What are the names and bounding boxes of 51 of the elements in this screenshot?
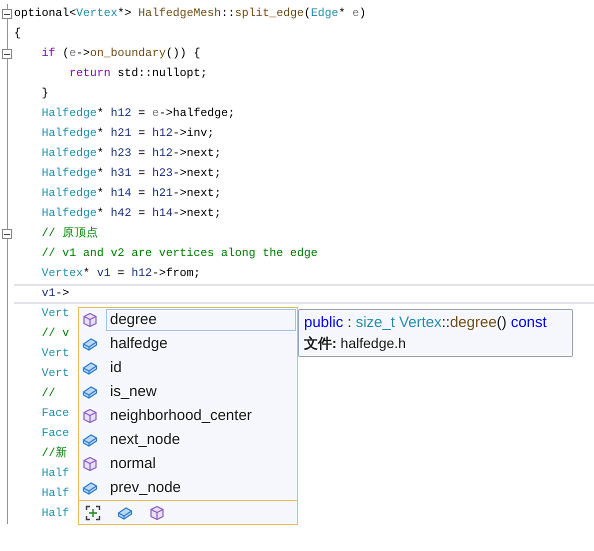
brick-icon	[82, 336, 98, 352]
code-line: Halfedge* h12 = e->halfedge;	[40, 106, 235, 122]
code-line: Vert	[40, 346, 70, 362]
code-line: //	[40, 386, 56, 402]
code-line: Halfedge* h31 = h23->next;	[40, 166, 222, 182]
brick-icon	[82, 384, 98, 400]
completion-item[interactable]: prev_node	[79, 476, 297, 500]
code-line: v1->	[40, 286, 70, 302]
code-line: Vert	[40, 366, 70, 382]
code-line: Halfedge* h21 = h12->inv;	[40, 126, 214, 142]
code-line: // 原顶点	[40, 226, 98, 242]
brick-icon	[82, 432, 98, 448]
completion-item[interactable]: id	[79, 356, 297, 380]
completion-item[interactable]: halfedge	[79, 332, 297, 356]
code-line: optional<Vertex*> HalfedgeMesh::split_edge(Edge* e)	[14, 6, 366, 22]
collapse-toggle[interactable]	[2, 49, 12, 59]
completion-item[interactable]: next_node	[79, 428, 297, 452]
code-line: Halfedge* h42 = h14->next;	[40, 206, 222, 222]
code-line: //新	[40, 445, 68, 462]
snippet-icon	[85, 504, 101, 520]
signature-text: public : size_t Vertex::degree() const	[304, 313, 548, 333]
code-line: Half	[40, 506, 70, 522]
code-line: // v	[40, 326, 70, 342]
code-line: Halfedge* h23 = h12->next;	[40, 146, 222, 162]
code-line: Face	[40, 426, 70, 442]
completion-item[interactable]: is_new	[79, 380, 297, 404]
code-line: Vert	[40, 306, 70, 322]
brick-icon	[117, 504, 133, 520]
code-line: Half	[40, 486, 70, 502]
code-line: Halfedge* h14 = h21->next;	[40, 186, 222, 202]
brick-icon	[82, 360, 98, 376]
code-line: }	[40, 86, 49, 102]
code-line: return std::nullopt;	[68, 66, 208, 82]
code-line: if (e->on_boundary()) {	[40, 46, 200, 62]
cube-icon	[82, 312, 98, 328]
cube-icon	[82, 456, 98, 472]
file-text: 文件: halfedge.h	[304, 334, 407, 353]
code-line: Face	[40, 406, 70, 422]
completion-item[interactable]: normal	[79, 452, 297, 476]
code-line: {	[14, 26, 21, 42]
cube-icon	[82, 408, 98, 424]
code-line: // v1 and v2 are vertices along the edge	[40, 246, 318, 262]
completion-item[interactable]: neighborhood_center	[79, 404, 297, 428]
brick-icon	[82, 480, 98, 496]
collapse-toggle[interactable]	[2, 9, 12, 19]
cube-icon	[149, 504, 165, 520]
code-line: Vertex* v1 = h12->from;	[40, 266, 200, 282]
collapse-toggle[interactable]	[2, 229, 12, 239]
filter-button[interactable]	[85, 504, 101, 520]
code-line: Half	[40, 466, 70, 482]
filter-button[interactable]	[149, 504, 165, 520]
